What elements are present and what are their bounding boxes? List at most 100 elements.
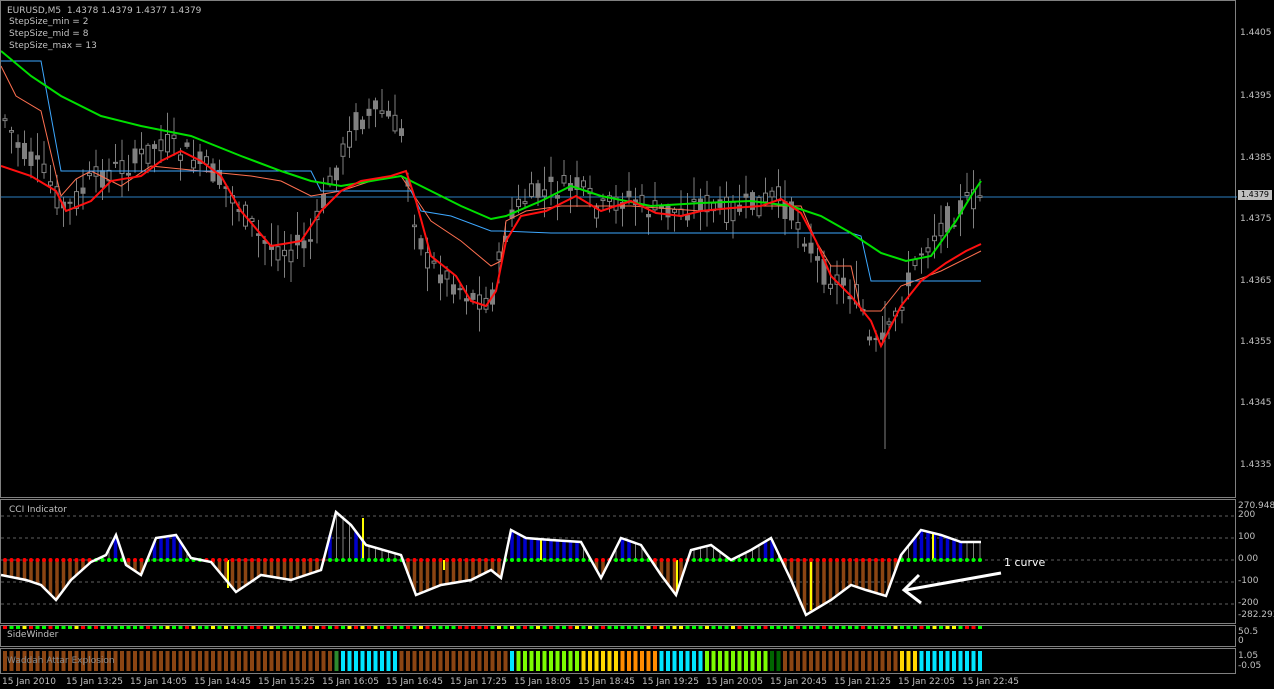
sidewinder-cell <box>3 626 7 629</box>
time-tick: 15 Jan 2010 <box>2 677 56 687</box>
waddah-bar <box>672 651 677 671</box>
candle-body <box>763 192 768 203</box>
waddah-bar <box>321 651 326 671</box>
waddah-bar <box>952 651 956 671</box>
cci-zero-dot <box>939 558 943 562</box>
candle-body <box>158 139 164 152</box>
sidewinder-cell <box>74 626 79 629</box>
waddah-bar <box>646 651 651 671</box>
cci-zero-dot <box>74 558 79 562</box>
sidewinder-cell <box>861 626 865 629</box>
waddah-bar <box>516 651 521 671</box>
candle-body <box>691 198 697 203</box>
sidewinder-cell <box>204 626 209 629</box>
sidewinder-cell <box>783 626 787 629</box>
sidewinder-panel[interactable]: SideWinder <box>0 625 1236 647</box>
cci-zero-dot <box>932 558 937 562</box>
waddah-bar <box>412 651 417 671</box>
waddah-bar <box>770 651 774 671</box>
cci-zero-dot <box>243 558 248 562</box>
waddah-bar <box>471 651 475 671</box>
cci-zero-dot <box>750 558 755 562</box>
candle-body <box>379 110 385 114</box>
cci-zero-dot <box>737 558 742 562</box>
cci-zero-dot <box>451 558 456 562</box>
candle-body <box>841 277 846 286</box>
candle-body <box>295 234 300 246</box>
waddah-bar <box>159 651 163 671</box>
sidewinder-cell <box>22 626 27 629</box>
sidewinder-cell <box>152 626 157 629</box>
cci-zero-dot <box>282 558 287 562</box>
candle-body <box>470 292 476 300</box>
cci-zero-dot <box>419 558 423 562</box>
sidewinder-cell <box>120 626 124 629</box>
candle-body <box>139 148 144 155</box>
cci-tick: -200 <box>1238 598 1259 608</box>
sidewinder-cell <box>113 626 118 629</box>
waddah-panel[interactable]: Waddah Attar Explosion <box>0 648 1236 674</box>
waddah-bar <box>289 651 293 671</box>
waddah-bar <box>126 651 131 671</box>
waddah-bar <box>757 651 761 671</box>
cci-panel[interactable]: CCI Indicator 1 curve <box>0 499 1237 624</box>
cci-zero-dot <box>367 558 371 562</box>
cci-zero-dot <box>133 558 137 562</box>
waddah-bar <box>913 651 917 671</box>
candle-body <box>438 274 443 284</box>
cci-tick: -282.2936 <box>1238 610 1274 620</box>
sidewinder-cell <box>55 626 59 629</box>
sidewinder-cell <box>269 626 274 629</box>
waddah-bar <box>302 651 306 671</box>
chart-header: EURUSD,M5 1.4378 1.4379 1.4377 1.4379 <box>7 6 201 17</box>
sidewinder-cell <box>516 626 521 629</box>
candle-body <box>392 114 398 132</box>
cci-zero-dot <box>555 558 560 562</box>
time-tick: 15 Jan 18:05 <box>514 677 571 687</box>
cci-zero-dot <box>783 558 787 562</box>
waddah-bar <box>204 651 209 671</box>
sidewinder-cell <box>386 626 391 629</box>
cci-zero-dot <box>763 558 768 562</box>
candle-body <box>321 194 326 209</box>
candle-body <box>925 247 931 253</box>
sidewinder-cell <box>328 626 332 629</box>
candle-body <box>685 215 690 221</box>
candle-body <box>360 119 365 130</box>
cci-zero-dot <box>828 558 833 562</box>
sidewinder-cell <box>796 626 800 629</box>
candle-body <box>399 128 404 136</box>
waddah-bar <box>724 651 729 671</box>
time-tick: 15 Jan 19:25 <box>642 677 699 687</box>
candle-body <box>535 183 541 198</box>
candle-body <box>698 198 703 212</box>
cci-zero-dot <box>815 558 820 562</box>
waddah-bar <box>562 651 566 671</box>
sidewinder-cell <box>848 626 852 629</box>
candle-body <box>548 176 554 183</box>
waddah-bar <box>490 651 495 671</box>
price-panel[interactable]: EURUSD,M5 1.4378 1.4379 1.4377 1.4379 St… <box>0 0 1237 498</box>
sidewinder-cell <box>159 626 163 629</box>
waddah-bar <box>815 651 820 671</box>
waddah-bar <box>536 651 540 671</box>
cci-zero-dot <box>263 558 267 562</box>
waddah-bar <box>419 651 423 671</box>
waddah-bar <box>919 651 924 671</box>
cci-zero-dot <box>250 558 254 562</box>
cci-axis: 270.9488 200 100 0.00 -100 -200 -282.293… <box>1236 499 1274 624</box>
candle-body <box>152 144 157 149</box>
sidewinder-cell <box>529 626 534 629</box>
candle-body <box>412 224 417 228</box>
waddah-bar <box>367 651 371 671</box>
waddah-bar <box>386 651 391 671</box>
candle-body <box>340 143 346 157</box>
waddah-bar <box>308 651 313 671</box>
sidewinder-cell <box>42 626 46 629</box>
price-tick: 1.4355 <box>1240 337 1272 347</box>
cci-zero-dot <box>744 558 748 562</box>
sidewinder-cell <box>510 626 514 629</box>
cci-zero-dot <box>68 558 72 562</box>
param-min: StepSize_min = 2 <box>9 17 89 27</box>
waddah-bar <box>211 651 215 671</box>
